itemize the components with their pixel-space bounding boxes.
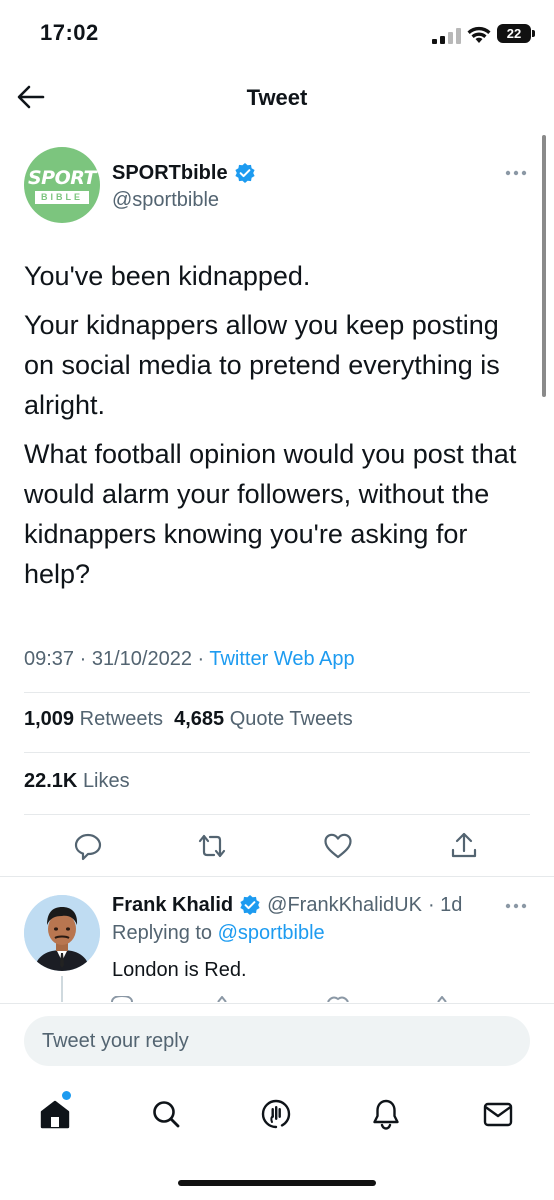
author-name[interactable]: SPORTbible — [112, 162, 228, 185]
divider — [24, 814, 530, 815]
header: Tweet — [0, 66, 554, 130]
likes-stat[interactable]: 22.1K Likes — [24, 770, 130, 793]
section-divider — [0, 876, 554, 877]
reply-author-avatar[interactable] — [24, 895, 100, 971]
battery-icon: 22 — [497, 24, 535, 43]
quotes-label: Quote Tweets — [229, 708, 353, 730]
likes-count: 22.1K — [24, 770, 78, 792]
reply-compose-bar — [0, 1003, 554, 1081]
stats-row-shares: 1,009 Retweets 4,685 Quote Tweets — [24, 708, 353, 731]
quote-tweets-stat[interactable]: 4,685 Quote Tweets — [174, 708, 353, 730]
reply-author-name[interactable]: Frank Khalid — [112, 894, 233, 917]
meta-separator: · — [191, 648, 210, 670]
reply-input[interactable] — [24, 1016, 530, 1066]
tweet-date: 31/10/2022 — [91, 648, 192, 670]
tweet-paragraph: Your kidnappers allow you keep posting o… — [24, 310, 500, 420]
author-avatar[interactable]: SPORT BIBLE — [24, 147, 100, 223]
messages-icon[interactable] — [481, 1097, 515, 1131]
quotes-count: 4,685 — [174, 708, 225, 730]
tweet-actions — [0, 830, 554, 864]
home-indicator[interactable] — [178, 1180, 376, 1186]
verified-badge-icon — [240, 895, 260, 915]
reply-more-options-icon[interactable] — [504, 899, 528, 913]
battery-level: 22 — [506, 26, 522, 41]
divider — [24, 752, 530, 753]
tweet-source-link[interactable]: Twitter Web App — [209, 648, 354, 670]
retweets-count: 1,009 — [24, 708, 75, 730]
likes-label: Likes — [82, 770, 130, 792]
bottom-tab-bar — [0, 1081, 554, 1200]
more-options-icon[interactable] — [504, 166, 528, 180]
avatar-logo-bottom: BIBLE — [35, 191, 89, 204]
author-handle[interactable]: @sportbible — [112, 189, 219, 212]
reply-header: Frank Khalid @FrankKhalidUK · 1d — [112, 892, 462, 918]
replying-to: Replying to @sportbible — [112, 922, 325, 945]
thread-connector-line — [61, 976, 63, 1002]
author-name-row[interactable]: SPORTbible — [112, 161, 256, 185]
wifi-icon — [467, 26, 491, 43]
notifications-icon[interactable] — [369, 1097, 403, 1131]
retweets-label: Retweets — [79, 708, 163, 730]
status-bar: 17:02 22 — [0, 0, 554, 66]
tweet-paragraph: What football opinion would you post tha… — [24, 439, 517, 589]
meta-separator: · — [74, 648, 92, 670]
search-icon[interactable] — [149, 1097, 183, 1131]
reply-age: · 1d — [427, 893, 463, 916]
reply-actions-peek — [111, 996, 447, 1002]
status-time: 17:02 — [40, 20, 99, 45]
cellular-signal-icon — [432, 28, 461, 44]
home-notification-dot — [62, 1091, 71, 1100]
avatar-logo-top: SPORT — [28, 167, 97, 189]
reply-icon[interactable] — [72, 830, 104, 862]
tweet-paragraph: You've been kidnapped. — [24, 261, 311, 291]
home-icon[interactable] — [38, 1097, 72, 1131]
person-avatar-illustration — [24, 895, 100, 971]
replying-to-handle-link[interactable]: @sportbible — [218, 922, 325, 944]
reply-text: London is Red. — [112, 959, 247, 981]
like-heart-icon[interactable] — [322, 830, 354, 862]
spaces-icon[interactable] — [259, 1097, 293, 1131]
divider — [24, 692, 530, 693]
retweet-icon[interactable] — [196, 830, 228, 862]
share-icon[interactable] — [448, 830, 480, 862]
verified-badge-icon — [234, 163, 255, 183]
page-title: Tweet — [246, 85, 308, 110]
scroll-indicator[interactable] — [542, 135, 546, 397]
tweet-meta: 09:37 · 31/10/2022 · Twitter Web App — [24, 648, 355, 671]
reply-author-handle[interactable]: @FrankKhalidUK — [267, 894, 422, 917]
retweets-stat[interactable]: 1,009 Retweets — [24, 708, 163, 730]
replying-to-label: Replying to — [112, 922, 213, 944]
tweet-time: 09:37 — [24, 648, 75, 670]
tweet-text: You've been kidnapped. Your kidnappers a… — [24, 256, 534, 603]
